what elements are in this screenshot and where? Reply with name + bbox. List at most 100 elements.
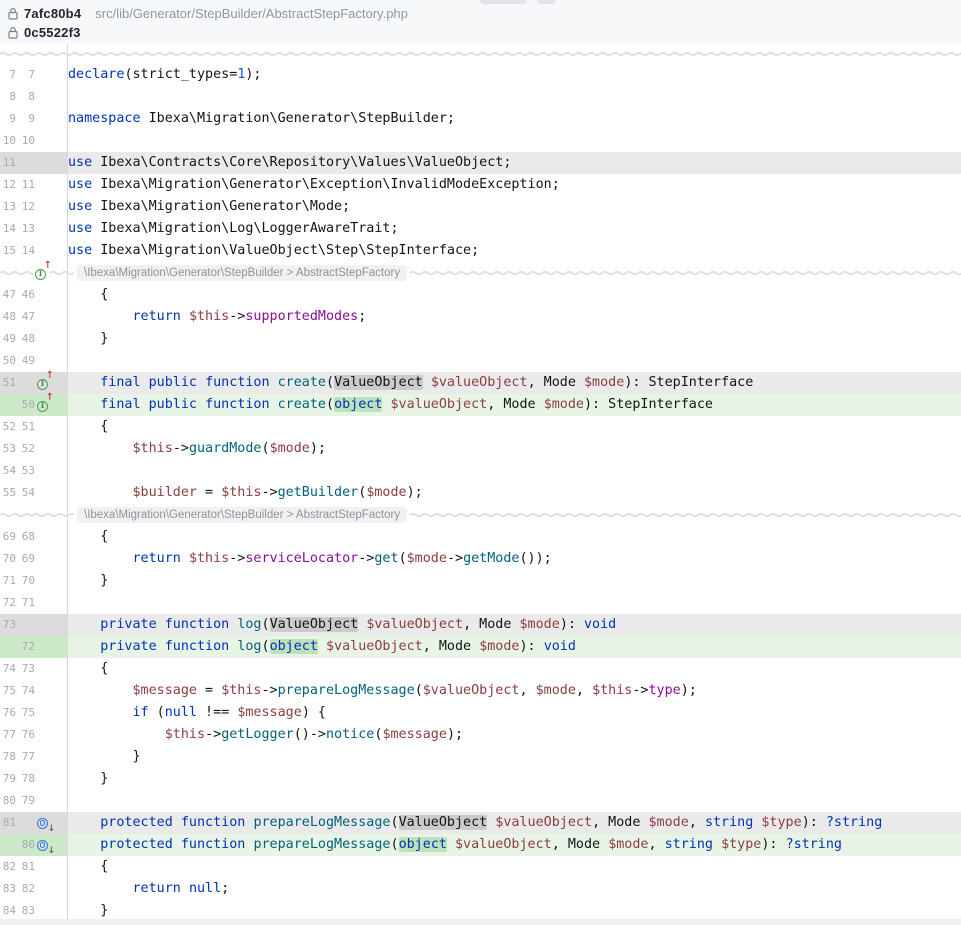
code-token: , Mode xyxy=(592,815,648,830)
code-token: ()-> xyxy=(294,727,326,742)
gutter: 7877 xyxy=(0,746,67,768)
code-token: type xyxy=(649,683,681,698)
code-token: use xyxy=(68,199,92,214)
code-token: namespace xyxy=(68,111,141,126)
code-token: ): StepInterface xyxy=(584,397,713,412)
diff-row: 5352 $this->guardMode($mode); xyxy=(0,438,961,460)
code-token: prepareLogMessage xyxy=(253,837,390,852)
code-token: ( xyxy=(326,397,334,412)
line-number-old: 7 xyxy=(0,64,16,86)
gutter: 80↓ xyxy=(0,834,67,856)
changed-word: ValueObject xyxy=(270,617,359,632)
code-token xyxy=(447,837,455,852)
code-token: (strict_types= xyxy=(124,67,237,82)
code-line: declare(strict_types=1); xyxy=(67,64,961,86)
line-number-new: 14 xyxy=(18,240,35,262)
line-number-old: 13 xyxy=(0,196,16,218)
line-number-new: 52 xyxy=(18,438,35,460)
up-arrow-icon: ↑ xyxy=(44,261,52,271)
line-number-new: 75 xyxy=(18,702,35,724)
code-token: !== xyxy=(197,705,237,720)
code-line: $message = $this->prepareLogMessage($val… xyxy=(67,680,961,702)
code-token: private xyxy=(100,617,156,632)
code-token: } xyxy=(68,903,108,918)
code-token xyxy=(68,485,133,500)
code-token: Ibexa\Migration\Generator\Mode; xyxy=(92,199,350,214)
gutter: 5251 xyxy=(0,416,67,438)
code-token: ) { xyxy=(302,705,326,720)
lock-icon xyxy=(7,7,19,21)
breadcrumb[interactable]: \Ibexa\Migration\Generator\StepBuilder >… xyxy=(77,507,407,523)
code-token: public xyxy=(149,397,197,412)
code-token: ( xyxy=(149,705,165,720)
code-token: ( xyxy=(391,837,399,852)
code-token: string xyxy=(705,815,753,830)
wavy-divider xyxy=(0,44,961,64)
code-line: if (null !== $message) { xyxy=(67,702,961,724)
code-token: , Mode xyxy=(552,837,608,852)
line-number-old: 49 xyxy=(0,328,16,350)
line-number-new: 12 xyxy=(18,196,35,218)
code-token: } xyxy=(68,749,141,764)
line-number-old: 72 xyxy=(0,592,16,614)
diff-row: 1312use Ibexa\Migration\Generator\Mode; xyxy=(0,196,961,218)
code-token: -> xyxy=(358,551,374,566)
diff-row: 11use Ibexa\Contracts\Core\Repository\Va… xyxy=(0,152,961,174)
code-token: ( xyxy=(391,815,399,830)
revision-row-a: 7afc80b4 src/lib/Generator/StepBuilder/A… xyxy=(0,0,961,23)
line-number-new: 47 xyxy=(18,306,35,328)
line-number-new: 54 xyxy=(18,482,35,504)
line-number-new: 78 xyxy=(18,768,35,790)
code-token: $mode xyxy=(608,837,648,852)
code-token: function xyxy=(205,397,270,412)
code-line: { xyxy=(67,416,961,438)
implements-icon[interactable]: I↑ xyxy=(37,375,52,392)
code-token: -> xyxy=(632,683,648,698)
line-number-new: 49 xyxy=(18,350,35,372)
gutter: 7978 xyxy=(0,768,67,790)
code-token: ?string xyxy=(786,837,842,852)
code-line xyxy=(67,130,961,152)
diff-row: 81↓ protected function prepareLogMessage… xyxy=(0,812,961,834)
gutter: 88 xyxy=(0,86,67,108)
line-number-new: 46 xyxy=(18,284,35,306)
line-number-new: 82 xyxy=(18,878,35,900)
line-number-old: 53 xyxy=(0,438,16,460)
code-line: } xyxy=(67,328,961,350)
implements-icon[interactable]: I↑ xyxy=(35,265,50,282)
line-number-new: 77 xyxy=(18,746,35,768)
changed-word: object xyxy=(270,639,318,654)
code-token: declare xyxy=(68,67,124,82)
diff-row: 8382 return null; xyxy=(0,878,961,900)
code-token: ): xyxy=(520,639,544,654)
implements-icon[interactable]: I↑ xyxy=(37,397,52,414)
diff-row: 1413use Ibexa\Migration\Log\LoggerAwareT… xyxy=(0,218,961,240)
code-token xyxy=(197,397,205,412)
gutter: 77 xyxy=(0,64,67,86)
up-arrow-icon: ↑ xyxy=(46,371,54,381)
changed-word: ValueObject xyxy=(399,815,488,830)
scrollbar-track[interactable] xyxy=(0,919,961,925)
code-line xyxy=(67,86,961,108)
code-token xyxy=(141,397,149,412)
diff-row: 6968 { xyxy=(0,526,961,548)
gutter: 4746 xyxy=(0,284,67,306)
code-token: , Mode xyxy=(463,617,519,632)
code-token xyxy=(68,837,100,852)
code-token: $this xyxy=(221,683,261,698)
overridden-icon[interactable]: ↓ xyxy=(37,837,52,854)
line-number-old: 73 xyxy=(0,614,16,636)
changed-word: ValueObject xyxy=(334,375,423,390)
overridden-icon[interactable]: ↓ xyxy=(37,815,52,832)
breadcrumb[interactable]: \Ibexa\Migration\Generator\StepBuilder >… xyxy=(77,265,407,281)
line-number-old: 69 xyxy=(0,526,16,548)
code-token: create xyxy=(278,397,326,412)
code-token: Ibexa\Migration\Log\LoggerAwareTrait; xyxy=(92,221,398,236)
gutter: 8382 xyxy=(0,878,67,900)
code-token: $this xyxy=(165,727,205,742)
code-token: $mode xyxy=(407,551,447,566)
gutter: 1312 xyxy=(0,196,67,218)
code-line: } xyxy=(67,768,961,790)
wavy-divider xyxy=(410,504,961,526)
code-token: ( xyxy=(262,617,270,632)
